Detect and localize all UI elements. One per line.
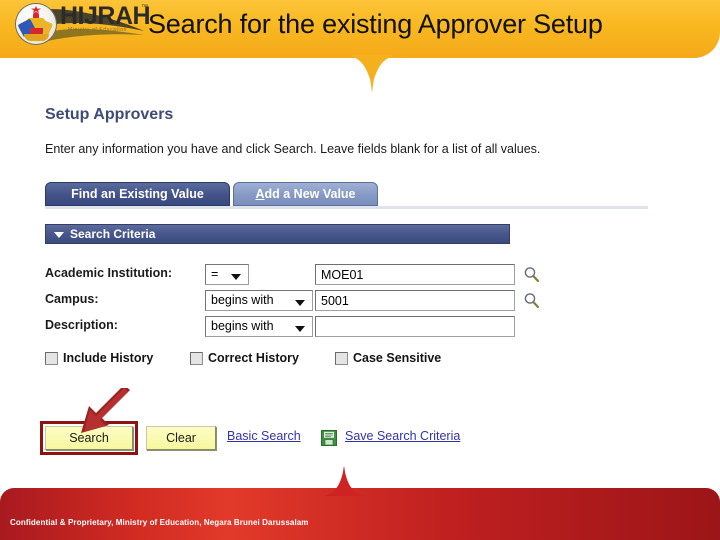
logo-subtitle: Ministry of Education <box>68 27 128 33</box>
tab-add-accesskey: A <box>255 187 265 201</box>
search-criteria-label: Search Criteria <box>70 227 156 241</box>
operator-value-description: begins with <box>211 319 274 333</box>
input-campus[interactable] <box>315 290 515 311</box>
triangle-down-icon[interactable] <box>54 232 64 238</box>
clear-button[interactable]: Clear <box>146 426 216 450</box>
tab-find-an-existing-value[interactable]: Find an Existing Value <box>45 182 230 206</box>
operator-select-description[interactable]: begins with <box>205 316 313 337</box>
checkbox-label-include-history: Include History <box>63 351 154 365</box>
page-title: Setup Approvers <box>45 106 174 123</box>
checkbox-case-sensitive[interactable] <box>335 352 348 365</box>
checkbox-include-history[interactable] <box>45 352 58 365</box>
tab-add-a-new-value[interactable]: Add a New Value <box>233 182 378 206</box>
slide-title: Search for the existing Approver Setup <box>148 9 603 39</box>
operator-select-academic-institution[interactable]: = <box>205 264 249 285</box>
operator-value-academic-institution: = <box>211 267 219 281</box>
red-arrow-annotation-icon <box>81 388 130 433</box>
page-instructions: Enter any information you have and click… <box>45 142 541 156</box>
floppy-disk-save-icon[interactable] <box>321 430 337 446</box>
label-academic-institution: Academic Institution: <box>45 266 173 280</box>
operator-select-campus[interactable]: begins with <box>205 290 313 311</box>
chevron-down-icon[interactable] <box>295 326 305 332</box>
footer-spike-ornament <box>324 466 364 496</box>
brunei-crest-icon <box>16 4 56 44</box>
save-search-criteria-link[interactable]: Save Search Criteria <box>345 429 460 443</box>
tab-underline-divider <box>45 206 648 209</box>
input-academic-institution[interactable] <box>315 264 515 285</box>
peoplesoft-search-page: Setup Approvers Enter any information yo… <box>0 96 720 466</box>
label-campus: Campus: <box>45 292 99 306</box>
footer-confidentiality-text: Confidential & Proprietary, Ministry of … <box>10 518 309 527</box>
tab-add-label-rest: dd a New Value <box>264 187 356 201</box>
logo-wordmark: HIJRAH <box>60 2 151 30</box>
basic-search-link[interactable]: Basic Search <box>227 429 301 443</box>
chevron-down-icon[interactable] <box>295 300 305 306</box>
checkbox-label-correct-history: Correct History <box>208 351 299 365</box>
logo-trademark: ™ <box>141 4 148 11</box>
checkbox-label-case-sensitive: Case Sensitive <box>353 351 442 365</box>
label-description: Description: <box>45 318 118 332</box>
magnifier-icon-campus[interactable] <box>523 292 540 309</box>
banner-drip-ornament <box>352 55 392 93</box>
operator-value-campus: begins with <box>211 293 274 307</box>
search-criteria-header[interactable]: Search Criteria <box>45 224 510 244</box>
chevron-down-icon[interactable] <box>231 274 241 280</box>
magnifier-icon-academic-institution[interactable] <box>523 266 540 283</box>
hijrah-logo: HIJRAH ™ Ministry of Education <box>8 1 151 49</box>
checkbox-correct-history[interactable] <box>190 352 203 365</box>
input-description[interactable] <box>315 316 515 337</box>
